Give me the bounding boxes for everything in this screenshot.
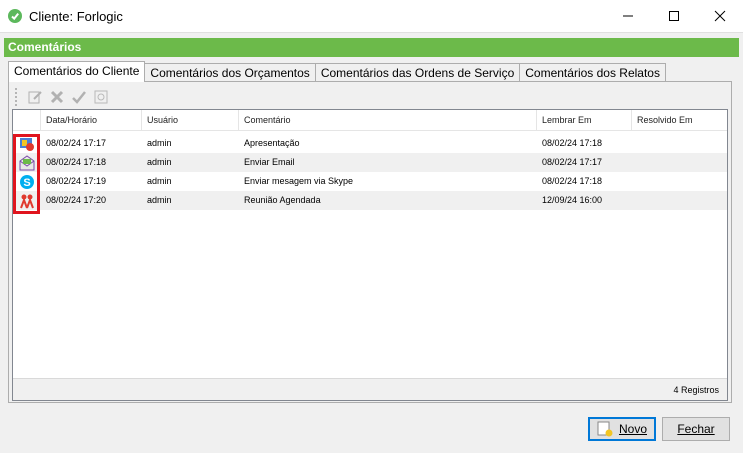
row-datetime: 08/02/24 17:17 [46,138,107,148]
maximize-button[interactable] [651,0,697,32]
table-row[interactable]: S 08/02/24 17:19 admin Enviar mesagem vi… [13,172,727,191]
toolbar [15,86,110,108]
row-comment: Enviar Email [244,157,295,167]
header-remind[interactable]: Lembrar Em [537,110,632,130]
record-count: 4 Registros [13,378,727,400]
section-header: Comentários [4,38,739,57]
row-resolved [632,172,637,191]
header-comment[interactable]: Comentário [239,110,537,130]
table-row[interactable]: 08/02/24 17:17 admin Apresentação 08/02/… [13,134,727,153]
header-datetime[interactable]: Data/Horário [41,110,142,130]
icon-column-highlight [13,134,40,214]
edit-icon[interactable] [26,88,44,106]
window-title: Cliente: Forlogic [29,9,123,24]
row-datetime: 08/02/24 17:20 [46,195,107,205]
new-note-icon [597,421,613,437]
new-button[interactable]: Novo [588,417,656,441]
new-button-label: Novo [618,422,647,436]
row-remind: 08/02/24 17:17 [542,157,603,167]
close-window-button[interactable] [697,0,743,32]
tab-content: Data/Horário Usuário Comentário Lembrar … [8,81,732,403]
row-datetime: 08/02/24 17:19 [46,176,107,186]
delete-icon[interactable] [48,88,66,106]
row-resolved [632,191,637,210]
row-resolved [632,134,637,153]
row-user: admin [147,176,172,186]
close-button[interactable]: Fechar [662,417,730,441]
tab-report-comments[interactable]: Comentários dos Relatos [519,63,666,81]
row-user: admin [147,195,172,205]
row-comment: Reunião Agendada [244,195,321,205]
title-bar: Cliente: Forlogic [0,0,743,33]
resolve-check-icon[interactable] [70,88,88,106]
header-user[interactable]: Usuário [142,110,239,130]
row-user: admin [147,138,172,148]
row-remind: 08/02/24 17:18 [542,138,603,148]
row-resolved [632,153,637,172]
header-icon-col [13,110,41,130]
grid-header: Data/Horário Usuário Comentário Lembrar … [13,110,727,131]
header-resolved[interactable]: Resolvido Em [632,110,727,130]
row-comment: Apresentação [244,138,300,148]
row-user: admin [147,157,172,167]
row-datetime: 08/02/24 17:18 [46,157,107,167]
app-logo-icon [8,9,22,23]
row-remind: 08/02/24 17:18 [542,176,603,186]
tab-client-comments[interactable]: Comentários do Cliente [8,61,146,82]
tab-service-order-comments[interactable]: Comentários das Ordens de Serviço [314,63,521,81]
tab-quote-comments[interactable]: Comentários dos Orçamentos [144,63,316,81]
close-button-label: Fechar [677,422,715,436]
comments-panel: Comentários Comentários do Cliente Comen… [4,38,739,404]
preview-icon[interactable] [92,88,110,106]
toolbar-grip [15,88,20,106]
tab-strip: Comentários do Cliente Comentários dos O… [8,61,666,82]
comments-grid: Data/Horário Usuário Comentário Lembrar … [12,109,728,401]
table-row[interactable]: 08/02/24 17:18 admin Enviar Email 08/02/… [13,153,727,172]
row-comment: Enviar mesagem via Skype [244,176,354,186]
row-remind: 12/09/24 16:00 [542,195,603,205]
table-row[interactable]: 08/02/24 17:20 admin Reunião Agendada 12… [13,191,727,210]
minimize-button[interactable] [605,0,651,32]
